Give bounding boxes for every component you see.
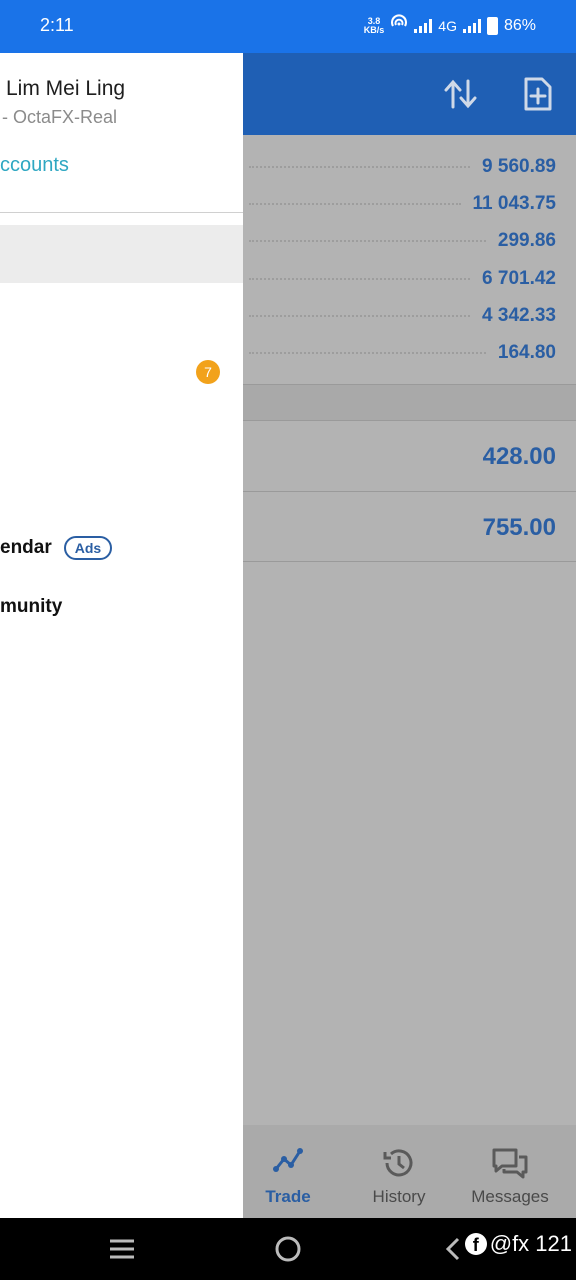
- drawer-item-selected[interactable]: [0, 225, 243, 283]
- summary-row: 299.86: [243, 222, 556, 259]
- divider: [243, 561, 576, 562]
- manage-accounts-link[interactable]: ccounts: [0, 154, 69, 177]
- status-time: 2:11: [40, 15, 74, 35]
- positions-section-header: [243, 385, 576, 421]
- back-button[interactable]: [438, 1218, 468, 1280]
- add-document-icon[interactable]: [523, 76, 553, 117]
- nav-messages[interactable]: Messages: [455, 1125, 565, 1218]
- user-name: Lim Mei Ling: [6, 77, 126, 100]
- summary-value: 164.80: [497, 341, 556, 363]
- home-circle-icon: [275, 1236, 301, 1262]
- messages-icon: [492, 1148, 528, 1179]
- position-row[interactable]: 428.00: [243, 421, 576, 491]
- summary-value: 11 043.75: [472, 192, 556, 214]
- drawer-item-label: munity: [0, 596, 63, 617]
- drawer-item-mailbox[interactable]: 7: [0, 343, 243, 401]
- drawer-item-label: endar: [0, 537, 52, 559]
- summary-row: 164.80: [243, 334, 556, 371]
- network-type: 4G: [438, 17, 457, 34]
- drawer-item-calendar[interactable]: endar Ads: [0, 536, 113, 560]
- summary-row: 6 701.42: [243, 260, 556, 297]
- nav-label: Trade: [265, 1187, 311, 1206]
- summary-row: 11 043.75: [243, 185, 556, 222]
- watermark: f @fx 121: [464, 1231, 572, 1257]
- navigation-drawer: Lim Mei Ling - OctaFX-Real ccounts 7 end…: [0, 53, 243, 1218]
- summary-value: 4 342.33: [482, 304, 556, 326]
- summary-row: 9 560.89: [243, 148, 556, 185]
- home-button[interactable]: [266, 1218, 310, 1280]
- account-server: - OctaFX-Real: [2, 107, 118, 127]
- signal-icon: [414, 18, 433, 33]
- trade-chart-icon: [273, 1148, 303, 1172]
- hotspot-icon: [390, 14, 408, 37]
- nav-label: Messages: [471, 1187, 549, 1206]
- summary-value: 9 560.89: [482, 155, 556, 177]
- sort-arrows-icon[interactable]: [443, 77, 479, 116]
- position-profit: 755.00: [482, 514, 556, 541]
- nav-trade[interactable]: Trade: [233, 1125, 343, 1218]
- summary-value: 6 701.42: [482, 267, 556, 289]
- status-bar: 2:11 3.8 KB/s 4G 86%: [0, 0, 576, 53]
- system-navigation-bar: f @fx 121: [0, 1218, 576, 1280]
- back-chevron-icon: [445, 1237, 460, 1261]
- ads-badge: Ads: [63, 536, 113, 560]
- network-speed: 3.8 KB/s: [363, 15, 385, 35]
- recent-apps-button[interactable]: [100, 1218, 144, 1280]
- facebook-icon: f: [464, 1233, 487, 1255]
- position-profit: 428.00: [482, 443, 556, 470]
- notification-badge: 7: [196, 360, 220, 384]
- drawer-item-community[interactable]: munity: [0, 596, 62, 618]
- nav-history[interactable]: History: [344, 1125, 454, 1218]
- signal-icon-2: [462, 18, 481, 33]
- bottom-navigation: Trade History Messages: [243, 1125, 576, 1218]
- drawer-divider: [0, 212, 243, 213]
- battery-level: 86%: [503, 16, 536, 34]
- summary-value: 299.86: [497, 229, 556, 251]
- position-row[interactable]: 755.00: [243, 492, 576, 562]
- history-clock-icon: [383, 1149, 413, 1177]
- summary-row: 4 342.33: [243, 297, 556, 334]
- nav-label: History: [372, 1187, 426, 1206]
- menu-lines-icon: [110, 1239, 134, 1259]
- status-indicators: 3.8 KB/s 4G 86%: [364, 14, 536, 37]
- battery-icon: [486, 16, 498, 35]
